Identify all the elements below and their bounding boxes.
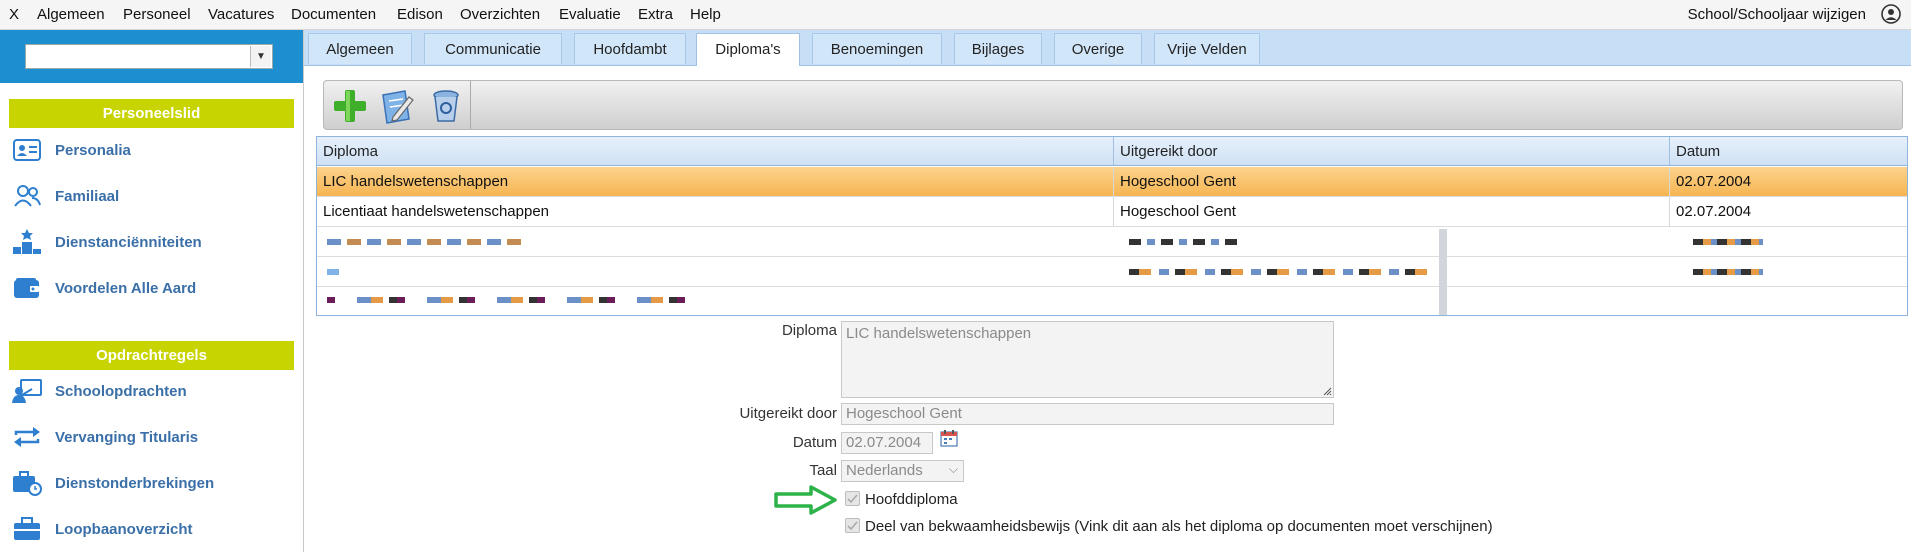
sidebar-item-dienstancienniteiten[interactable]: Dienstanciënniteiten	[12, 227, 202, 257]
chevron-down-icon[interactable]: ▼	[250, 46, 271, 67]
uitgereikt-field[interactable]: Hogeschool Gent	[841, 403, 1334, 425]
tab-bar: Algemeen Communicatie Hoofdambt Diploma'…	[304, 30, 1911, 66]
sidebar: ▼ Personeelslid Personalia Familiaal Die…	[0, 30, 304, 552]
redacted-text	[1129, 239, 1239, 245]
table-row-redacted[interactable]	[317, 257, 1907, 287]
taal-label: Taal	[809, 462, 837, 479]
menu-help[interactable]: Help	[690, 6, 721, 23]
menu-extra[interactable]: Extra	[638, 6, 673, 23]
sidebar-item-personalia[interactable]: Personalia	[12, 135, 131, 165]
sidebar-item-dienstonderbrekingen[interactable]: Dienstonderbrekingen	[12, 468, 214, 498]
checkmark-icon	[847, 521, 858, 531]
hoofddiploma-label: Hoofddiploma	[865, 491, 958, 508]
menu-evaluatie[interactable]: Evaluatie	[559, 6, 621, 23]
tab-benoemingen[interactable]: Benoemingen	[812, 33, 942, 64]
table-row-redacted[interactable]	[317, 287, 1907, 317]
sidebar-item-label: Schoolopdrachten	[55, 382, 187, 400]
sidebar-item-label: Dienstonderbrekingen	[55, 474, 215, 492]
close-button[interactable]: X	[9, 6, 19, 23]
redacted-text	[1693, 239, 1763, 245]
add-icon[interactable]	[331, 87, 369, 125]
hoofddiploma-checkbox[interactable]	[845, 491, 860, 506]
wallet-icon	[12, 275, 42, 301]
tab-bijlages[interactable]: Bijlages	[954, 33, 1042, 64]
sidebar-item-voordelen[interactable]: Voordelen Alle Aard	[12, 273, 196, 303]
arrow-right-icon	[774, 485, 837, 515]
menu-edison[interactable]: Edison	[397, 6, 443, 23]
tab-overige[interactable]: Overige	[1054, 33, 1142, 64]
uitgereikt-label: Uitgereikt door	[739, 405, 837, 422]
sidebar-item-label: Familiaal	[55, 187, 120, 205]
bekwaamheid-checkbox[interactable]	[845, 518, 860, 533]
redacted-text	[327, 239, 527, 245]
datum-label: Datum	[792, 434, 837, 451]
table-row[interactable]: Licentiaat handelswetenschappen Hogescho…	[317, 197, 1907, 227]
cell-uitgereikt: Hogeschool Gent	[1114, 167, 1670, 196]
cell-uitgereikt: Hogeschool Gent	[1114, 197, 1670, 226]
sidebar-item-label: Loopbaanoverzicht	[55, 520, 193, 538]
bekwaamheid-label: Deel van bekwaamheidsbewijs (Vink dit aa…	[865, 518, 1493, 535]
redacted-text	[1693, 269, 1763, 275]
school-year-link[interactable]: School/Schooljaar wijzigen	[1688, 6, 1866, 23]
sidebar-header: ▼	[0, 30, 303, 83]
sidebar-item-loopbaanoverzicht[interactable]: Loopbaanoverzicht	[12, 514, 193, 544]
section-personeelslid: Personeelslid	[9, 99, 294, 128]
edit-icon[interactable]	[379, 87, 417, 125]
diploma-field[interactable]: LIC handelswetenschappen	[841, 321, 1334, 398]
datum-field[interactable]: 02.07.2004	[841, 432, 933, 454]
personeel-select[interactable]: ▼	[25, 44, 273, 69]
tab-vrije-velden[interactable]: Vrije Velden	[1154, 33, 1260, 64]
id-card-icon	[12, 137, 42, 163]
table-row-redacted[interactable]	[317, 227, 1907, 257]
toolbar-separator	[470, 81, 471, 129]
teacher-board-icon	[12, 378, 42, 404]
sidebar-item-vervanging[interactable]: Vervanging Titularis	[12, 422, 198, 452]
menu-algemeen[interactable]: Algemeen	[37, 6, 105, 23]
checkmark-icon	[847, 494, 858, 504]
sidebar-item-label: Voordelen Alle Aard	[55, 279, 197, 297]
cell-diploma: LIC handelswetenschappen	[317, 167, 1114, 196]
sidebar-item-familiaal[interactable]: Familiaal	[12, 181, 119, 211]
cell-diploma: Licentiaat handelswetenschappen	[317, 197, 1114, 226]
menu-bar: X Algemeen Personeel Vacatures Documente…	[0, 0, 1911, 30]
column-header-datum[interactable]: Datum	[1670, 137, 1907, 166]
table-row[interactable]: LIC handelswetenschappen Hogeschool Gent…	[317, 167, 1907, 197]
redacted-text	[327, 269, 339, 275]
sidebar-item-label: Dienstanciënniteiten	[55, 233, 202, 251]
tab-algemeen[interactable]: Algemeen	[308, 33, 412, 64]
swap-arrows-icon	[12, 424, 42, 450]
toolbar	[323, 80, 1903, 130]
column-header-uitgereikt[interactable]: Uitgereikt door	[1114, 137, 1670, 166]
user-icon[interactable]	[1881, 4, 1901, 24]
column-splitter[interactable]	[1439, 229, 1447, 315]
briefcase-icon	[12, 516, 42, 542]
menu-documenten[interactable]: Documenten	[291, 6, 376, 23]
sidebar-item-schoolopdrachten[interactable]: Schoolopdrachten	[12, 376, 187, 406]
menu-overzichten[interactable]: Overzichten	[460, 6, 540, 23]
sidebar-item-label: Personalia	[55, 141, 131, 159]
tab-hoofdambt[interactable]: Hoofdambt	[574, 33, 686, 64]
taal-select[interactable]: Nederlands ⌵	[841, 460, 964, 482]
tab-diplomas[interactable]: Diploma's	[696, 33, 800, 66]
podium-icon	[12, 229, 42, 255]
cell-datum: 02.07.2004	[1676, 173, 1752, 190]
redacted-text	[327, 297, 687, 303]
section-opdrachtregels: Opdrachtregels	[9, 341, 294, 370]
redacted-text	[1129, 269, 1429, 275]
delete-icon[interactable]	[427, 87, 465, 125]
users-icon	[12, 183, 42, 209]
chevron-down-icon: ⌵	[948, 462, 958, 476]
tab-communicatie[interactable]: Communicatie	[424, 33, 562, 64]
menu-personeel[interactable]: Personeel	[123, 6, 191, 23]
menu-vacatures[interactable]: Vacatures	[208, 6, 274, 23]
taal-select-value: Nederlands	[846, 462, 923, 479]
diploma-table: Diploma Uitgereikt door Datum LIC handel…	[316, 136, 1908, 316]
cell-datum: 02.07.2004	[1676, 203, 1752, 220]
calendar-icon[interactable]	[940, 429, 958, 447]
diploma-label: Diploma	[781, 322, 837, 339]
column-header-diploma[interactable]: Diploma	[317, 137, 1114, 166]
resize-handle-icon[interactable]	[1322, 386, 1332, 396]
briefcase-clock-icon	[12, 470, 42, 496]
sidebar-item-label: Vervanging Titularis	[55, 428, 199, 446]
